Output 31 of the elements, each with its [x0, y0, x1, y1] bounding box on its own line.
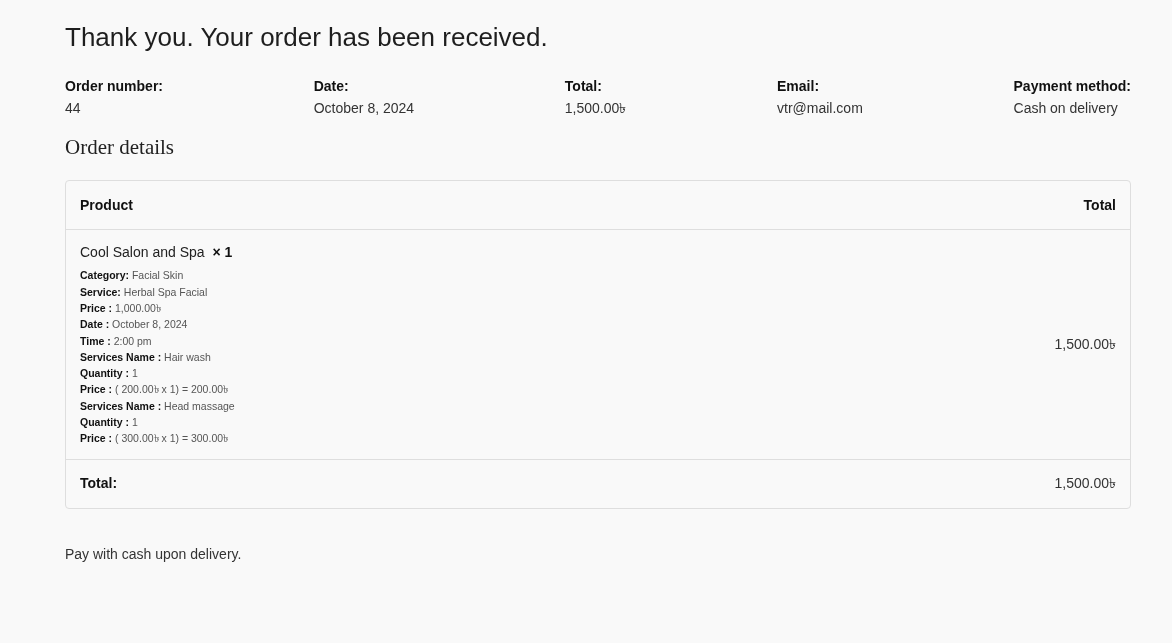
item-detail: Services Name : Head massage: [80, 398, 235, 414]
item-detail: Price : ( 200.00৳ x 1) = 200.00৳: [80, 382, 230, 398]
item-detail: Service: Herbal Spa Facial: [80, 284, 209, 300]
order-total: 1,500.00৳: [1054, 474, 1116, 494]
overview-label: Email:: [777, 77, 821, 97]
overview-label: Order number:: [65, 77, 163, 97]
overview-label: Total:: [564, 77, 603, 97]
item-detail: Category: Facial Skin: [80, 268, 185, 284]
item-detail: Quantity : 1: [80, 366, 139, 382]
overview-value: October 8, 2024: [313, 99, 415, 119]
section-heading: Order details: [65, 135, 176, 161]
overview-label: Payment method:: [1013, 77, 1131, 97]
product-quantity: × 1: [212, 244, 233, 261]
item-detail: Time : 2:00 pm: [80, 333, 153, 349]
item-detail: Quantity : 1: [80, 415, 139, 431]
overview-label: Date:: [313, 77, 350, 97]
column-header: Product: [80, 195, 133, 215]
overview-value: 1,500.00৳: [564, 99, 627, 119]
overview-value: vtr@mail.com: [777, 99, 863, 119]
page-heading: Thank you. Your order has been received.: [65, 22, 549, 54]
item-detail: Price : ( 300.00৳ x 1) = 300.00৳: [80, 431, 230, 447]
item-detail: Services Name : Hair wash: [80, 349, 212, 365]
column-header: Total: [1083, 195, 1116, 215]
product-name: Cool Salon and Spa: [80, 244, 205, 261]
overview-value: Cash on delivery: [1013, 99, 1119, 119]
item-detail: Price : 1,000.00৳: [80, 300, 162, 316]
total-label: Total:: [80, 474, 118, 494]
payment-note: Pay with cash upon delivery.: [65, 544, 243, 564]
item-detail: Date : October 8, 2024: [80, 317, 189, 333]
overview-value: 44: [65, 99, 82, 119]
line-total: 1,500.00৳: [1054, 335, 1116, 354]
